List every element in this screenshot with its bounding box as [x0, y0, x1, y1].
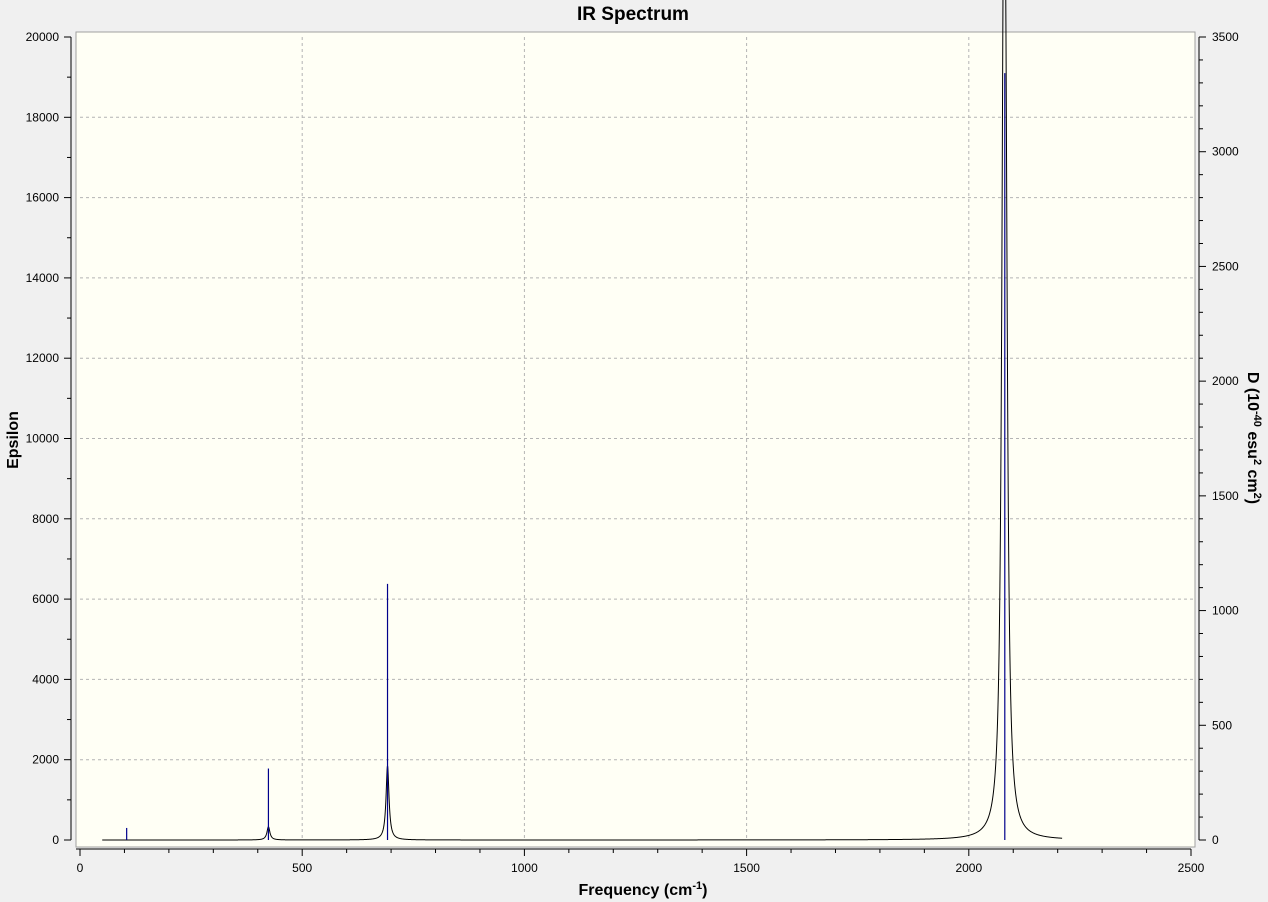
y-axis-left: 0 2000 4000 6000 8000 10000 12000 14000 16000 180…	[26, 30, 72, 847]
y-axis-right: 0 500 1000 1500 2000 2500 3000 3500	[1198, 30, 1239, 847]
x-tick-label: 0	[77, 861, 84, 875]
y-left-tick-label: 16000	[26, 191, 60, 205]
y-left-tick-label: 12000	[26, 351, 60, 365]
ir-spectrum-chart: 0 500 1000 1500 2000 2500 0 2000 4000 6000 8000 10…	[5, 0, 1263, 899]
y-left-tick-label: 4000	[32, 672, 59, 686]
x-tick-label: 2500	[1178, 861, 1205, 875]
y-right-tick-label: 2500	[1212, 259, 1239, 273]
y-right-tick-label: 1500	[1212, 489, 1239, 503]
y-right-tick-label: 3000	[1212, 145, 1239, 159]
x-tick-label: 500	[292, 861, 312, 875]
x-axis: 0 500 1000 1500 2000 2500	[76, 848, 1205, 875]
y-right-tick-label: 3500	[1212, 30, 1239, 44]
chart-title: IR Spectrum	[577, 4, 689, 25]
y-right-tick-label: 0	[1212, 833, 1219, 847]
x-axis-label: Frequency (cm-1)	[579, 880, 708, 899]
y-left-tick-label: 10000	[26, 432, 60, 446]
x-tick-label: 1000	[511, 861, 538, 875]
plot-area	[75, 31, 1196, 848]
y-right-tick-label: 1000	[1212, 604, 1239, 618]
y-left-tick-label: 6000	[32, 592, 59, 606]
y-left-tick-label: 20000	[26, 30, 60, 44]
x-tick-label: 2000	[955, 861, 982, 875]
y-axis-right-label: D (10-40 esu2 cm2)	[1244, 372, 1263, 504]
y-left-tick-label: 14000	[26, 271, 60, 285]
y-left-tick-label: 2000	[32, 753, 59, 767]
y-left-tick-label: 18000	[26, 110, 60, 124]
y-right-tick-label: 500	[1212, 718, 1232, 732]
y-axis-left-label: Epsilon	[5, 411, 22, 469]
y-right-tick-label: 2000	[1212, 374, 1239, 388]
x-tick-label: 1500	[733, 861, 760, 875]
y-left-tick-label: 0	[52, 833, 59, 847]
y-left-tick-label: 8000	[32, 512, 59, 526]
